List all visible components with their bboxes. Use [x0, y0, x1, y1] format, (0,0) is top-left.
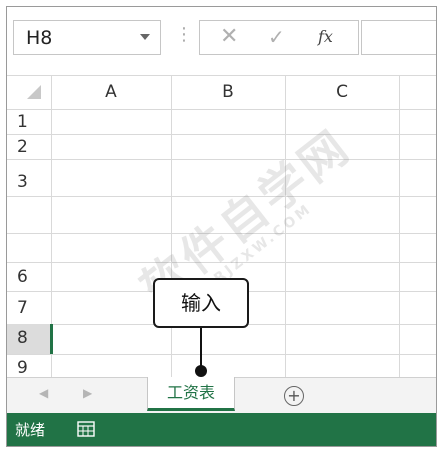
column-header-c[interactable]: C [285, 82, 399, 102]
grid-line [7, 134, 436, 135]
sheet-tab-bar: ◀ ▶ 工资表 + [7, 377, 436, 414]
row-header-6[interactable]: 6 [7, 267, 51, 287]
formula-bar: H8 ⋮ ✕ ✓ fx [7, 7, 436, 64]
name-box-value: H8 [26, 27, 53, 49]
grid-line [7, 75, 436, 76]
worksheet-grid[interactable]: A B C 1 2 3 6 7 8 9 [7, 75, 436, 378]
select-all-icon[interactable] [27, 85, 41, 99]
insert-function-icon[interactable]: fx [318, 27, 333, 46]
column-header-a[interactable]: A [51, 82, 171, 102]
grid-line [7, 233, 436, 234]
grid-line [7, 109, 436, 110]
grid-line [171, 75, 172, 377]
row-header-9[interactable]: 9 [7, 358, 51, 378]
add-sheet-icon[interactable]: + [284, 386, 304, 406]
row-header-3[interactable]: 3 [7, 172, 51, 192]
cancel-icon[interactable]: ✕ [220, 24, 238, 49]
macro-record-icon[interactable] [77, 421, 95, 437]
grid-line [7, 159, 436, 160]
callout-pointer-dot [195, 365, 207, 377]
row-header-7[interactable]: 7 [7, 298, 51, 318]
column-header-b[interactable]: B [171, 82, 285, 102]
formula-buttons: ✕ ✓ fx [199, 20, 359, 55]
sheet-tab-active[interactable]: 工资表 [147, 377, 235, 411]
excel-window: H8 ⋮ ✕ ✓ fx A B C 1 2 3 6 7 8 9 软件自学网 WW… [6, 6, 437, 447]
row-header-2[interactable]: 2 [7, 137, 51, 157]
scroll-tabs-right-icon[interactable]: ▶ [83, 386, 92, 400]
chevron-down-icon[interactable] [140, 34, 150, 40]
grid-line [7, 262, 436, 263]
grid-line [7, 354, 436, 355]
formula-input[interactable] [361, 20, 436, 55]
callout-box: 输入 [153, 278, 249, 328]
grid-line [285, 75, 286, 377]
grip-icon: ⋮ [175, 24, 193, 45]
row-header-1[interactable]: 1 [7, 112, 51, 132]
grid-line [399, 75, 400, 377]
name-box[interactable]: H8 [13, 20, 161, 55]
grid-line [7, 196, 436, 197]
scroll-tabs-left-icon[interactable]: ◀ [39, 386, 48, 400]
status-ready-text: 就绪 [15, 421, 46, 439]
row-header-8[interactable]: 8 [7, 328, 51, 348]
enter-icon[interactable]: ✓ [268, 25, 285, 49]
callout-pointer-line [200, 328, 202, 368]
status-bar: 就绪 [7, 413, 436, 446]
